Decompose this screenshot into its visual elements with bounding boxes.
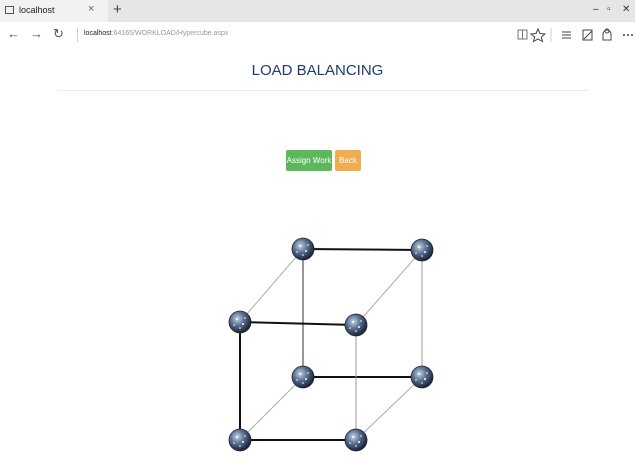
browser-chrome: localhost × + – ▫ ✕ ← → ↻ localhost:6416… [0, 0, 635, 49]
globe-node-icon[interactable] [228, 428, 252, 452]
close-tab-icon[interactable]: × [88, 3, 94, 15]
more-icon[interactable] [623, 34, 633, 36]
globe-node-icon[interactable] [291, 237, 315, 261]
edge [355, 249, 423, 326]
globe-node-icon[interactable] [410, 365, 434, 389]
minimize-button[interactable]: – [593, 4, 599, 15]
edge [239, 376, 304, 441]
reading-view-icon[interactable] [517, 29, 528, 40]
hypercube-edges [239, 248, 423, 441]
edge [302, 248, 423, 251]
edge [355, 376, 423, 441]
globe-node-icon[interactable] [291, 365, 315, 389]
hypercube-nodes [228, 237, 434, 452]
close-window-button[interactable]: ✕ [622, 4, 630, 15]
new-tab-button[interactable]: + [113, 1, 122, 18]
maximize-button[interactable]: ▫ [607, 4, 611, 15]
globe-node-icon[interactable] [344, 313, 368, 337]
toolbar-icons [517, 27, 633, 43]
tab-title: localhost [19, 5, 55, 15]
page-icon [5, 6, 14, 14]
favorite-star-icon[interactable] [529, 27, 547, 43]
edge [239, 248, 304, 323]
browser-tab[interactable]: localhost × [0, 0, 108, 22]
globe-node-icon[interactable] [228, 310, 252, 334]
edge [239, 321, 357, 326]
web-note-icon[interactable] [582, 29, 593, 41]
hypercube-diagram [228, 237, 434, 452]
share-icon[interactable] [602, 28, 612, 41]
hub-icon[interactable] [562, 31, 571, 39]
globe-node-icon[interactable] [410, 238, 434, 262]
globe-node-icon[interactable] [344, 428, 368, 452]
tab-strip: localhost × + – ▫ ✕ [0, 0, 635, 22]
navigation-bar: ← → ↻ localhost:64165/WORKLOAD/Hypercube… [0, 22, 635, 49]
page-content: LOAD BALANCING Assign Work Back [0, 48, 635, 458]
